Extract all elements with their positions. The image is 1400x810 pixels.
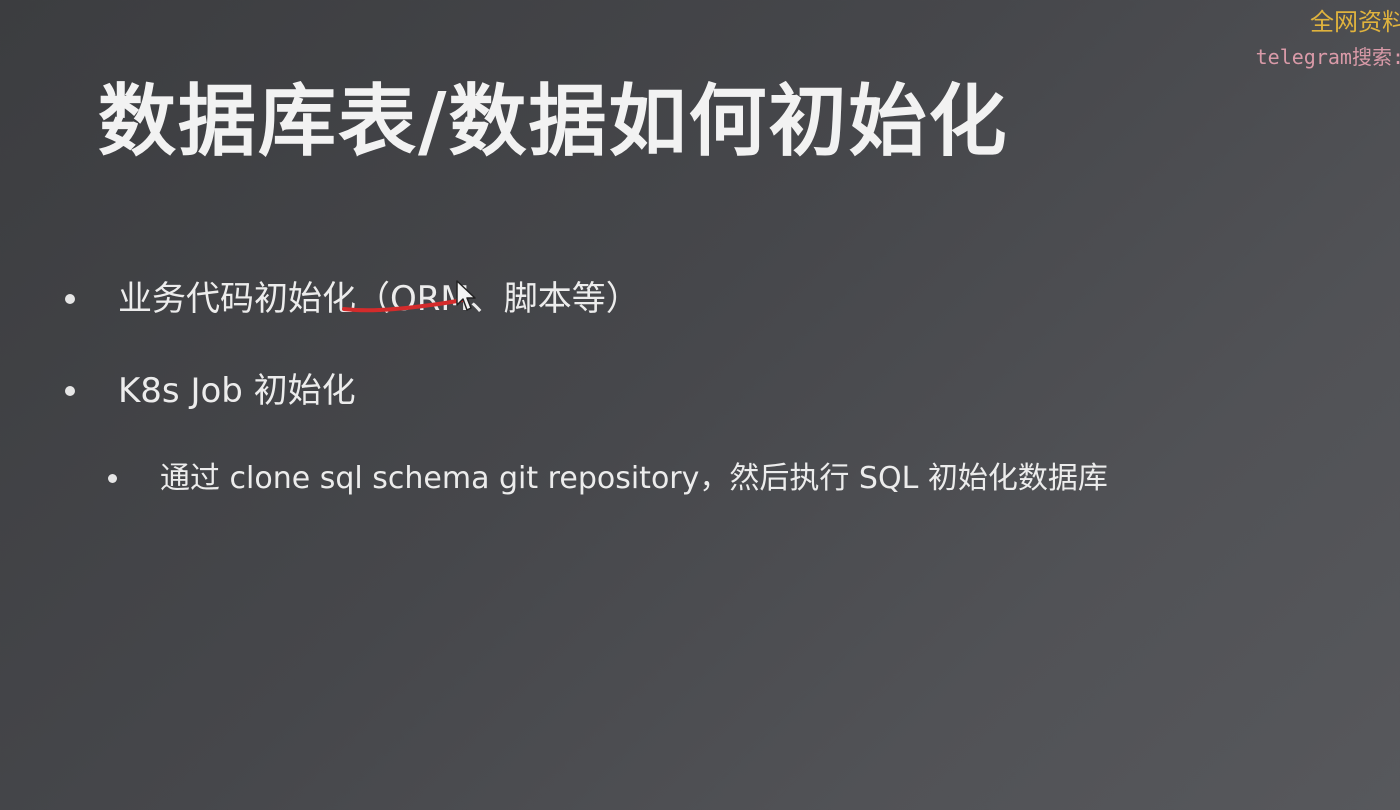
sub-bullet-item-clone-sql: 通过 clone sql schema git repository，然后执行 … bbox=[108, 458, 1108, 500]
bullet-text: K8s Job 初始化 bbox=[118, 371, 356, 411]
bullet-dot-icon bbox=[65, 386, 75, 396]
watermark-line-1: 全网资料 bbox=[1310, 8, 1400, 36]
watermark: 全网资料 telegram搜索: bbox=[1256, 6, 1400, 72]
sub-bullet-text: 通过 clone sql schema git repository，然后执行 … bbox=[160, 461, 1108, 496]
bullet-dot-icon bbox=[65, 294, 75, 304]
sub-bullet-dot-icon bbox=[108, 474, 117, 483]
slide-title: 数据库表/数据如何初始化 bbox=[98, 77, 1009, 167]
pointer-cursor-icon bbox=[456, 280, 476, 311]
bullet-text: 业务代码初始化（ORM、脚本等） bbox=[118, 279, 640, 319]
bullet-item-k8s-job: K8s Job 初始化 bbox=[65, 368, 356, 414]
bullet-item-business-code: 业务代码初始化（ORM、脚本等） bbox=[65, 276, 640, 322]
watermark-line-2: telegram搜索: bbox=[1255, 45, 1400, 69]
